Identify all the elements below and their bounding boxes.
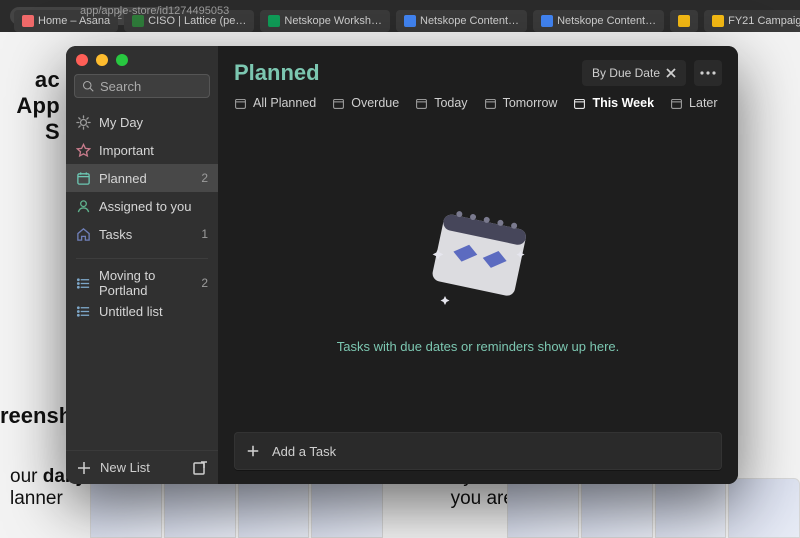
sidebar-item-label: Tasks — [99, 227, 132, 242]
plus-icon — [246, 444, 260, 458]
sidebar-item-label: My Day — [99, 115, 143, 130]
bg-mac-app-store-fragment: ac App S — [0, 67, 60, 145]
favicon-icon — [404, 15, 416, 27]
filter-label: All Planned — [253, 96, 316, 110]
sidebar-footer: New List — [66, 450, 218, 484]
filter-later[interactable]: Later — [670, 94, 718, 112]
sun-icon — [76, 115, 91, 130]
main-pane: Planned By Due Date All Planned Overdue To… — [218, 46, 738, 484]
more-button[interactable] — [694, 60, 722, 86]
favicon-icon — [541, 15, 553, 27]
sidebar-item-label: Untitled list — [99, 304, 163, 319]
cal-icon — [76, 171, 91, 186]
sidebar-item-label: Assigned to you — [99, 199, 192, 214]
browser-tab[interactable]: Netskope Content… — [396, 10, 527, 32]
browser-tab-label: FY21 Campaign a… — [728, 15, 800, 27]
filter-label: Overdue — [351, 96, 399, 110]
filter-label: This Week — [592, 96, 654, 110]
calendar-icon — [332, 97, 345, 110]
sidebar-item-planned[interactable]: Planned 2 — [66, 164, 218, 192]
browser-tab-label: Netskope Content… — [420, 15, 519, 27]
sidebar-item-portland[interactable]: Moving to Portland 2 — [66, 269, 218, 297]
sidebar: Search My Day Important Planned 2 Assigned t… — [66, 46, 218, 484]
empty-caption: Tasks with due dates or reminders show u… — [337, 339, 620, 354]
sidebar-item-assigned[interactable]: Assigned to you — [66, 192, 218, 220]
filter-thisweek[interactable]: This Week — [573, 94, 654, 112]
sidebar-item-untitled[interactable]: Untitled list — [66, 297, 218, 325]
sidebar-item-label: Important — [99, 143, 154, 158]
calendar-icon — [670, 97, 683, 110]
browser-tab[interactable]: Netskope Content… — [533, 10, 664, 32]
zoom-dot-icon[interactable] — [116, 54, 128, 66]
todo-app-window: Search My Day Important Planned 2 Assigned t… — [66, 46, 738, 484]
bg-screenshots-fragment: reensho — [0, 403, 60, 429]
sidebar-item-important[interactable]: Important — [66, 136, 218, 164]
star-icon — [76, 143, 91, 158]
filter-label: Today — [434, 96, 467, 110]
browser-tab[interactable] — [670, 10, 698, 32]
search-placeholder: Search — [100, 79, 141, 94]
page-title: Planned — [234, 60, 320, 86]
main-header: Planned By Due Date — [218, 46, 738, 92]
close-icon[interactable] — [666, 68, 676, 78]
bg-preview-strip — [90, 478, 800, 538]
window-traffic-lights[interactable] — [76, 54, 128, 66]
add-task-input[interactable]: Add a Task — [234, 432, 722, 470]
filter-all[interactable]: All Planned — [234, 94, 316, 112]
calendar-icon — [484, 97, 497, 110]
filter-tomorrow[interactable]: Tomorrow — [484, 94, 558, 112]
filter-label: Later — [689, 96, 718, 110]
sidebar-item-count: 2 — [201, 276, 208, 290]
sidebar-separator — [76, 258, 208, 259]
sort-button[interactable]: By Due Date — [582, 60, 686, 86]
empty-state: Tasks with due dates or reminders show u… — [218, 122, 738, 432]
add-task-label: Add a Task — [272, 444, 336, 459]
sidebar-item-tasks[interactable]: Tasks 1 — [66, 220, 218, 248]
search-icon — [82, 80, 94, 92]
browser-tab[interactable]: Netskope Worksh… — [260, 10, 390, 32]
filter-overdue[interactable]: Overdue — [332, 94, 399, 112]
calendar-icon — [234, 97, 247, 110]
favicon-icon — [22, 15, 34, 27]
url-fragment: app/apple-store/id1274495053 — [80, 5, 229, 17]
favicon-icon — [678, 15, 690, 27]
person-icon — [76, 199, 91, 214]
empty-calendar-illustration — [408, 201, 548, 321]
favicon-icon — [268, 15, 280, 27]
sidebar-item-count: 1 — [201, 227, 208, 241]
filter-label: Tomorrow — [503, 96, 558, 110]
filter-today[interactable]: Today — [415, 94, 467, 112]
minimize-dot-icon[interactable] — [96, 54, 108, 66]
new-list-button[interactable]: New List — [100, 460, 150, 475]
list-icon — [76, 276, 91, 291]
sidebar-user-lists: Moving to Portland 2 Untitled list — [66, 265, 218, 329]
ellipsis-icon — [700, 71, 716, 75]
search-input[interactable]: Search — [74, 74, 210, 98]
browser-tab-label: Netskope Content… — [557, 15, 656, 27]
favicon-icon — [712, 15, 724, 27]
calendar-icon — [415, 97, 428, 110]
browser-tab-label: Netskope Worksh… — [284, 15, 382, 27]
calendar-icon — [573, 97, 586, 110]
filter-tabs: All Planned Overdue Today Tomorrow This Week… — [218, 92, 738, 122]
close-dot-icon[interactable] — [76, 54, 88, 66]
home-icon — [76, 227, 91, 242]
sidebar-item-count: 2 — [201, 171, 208, 185]
sort-label: By Due Date — [592, 66, 660, 80]
new-group-icon[interactable] — [192, 460, 208, 476]
sidebar-item-label: Planned — [99, 171, 147, 186]
sidebar-smart-lists: My Day Important Planned 2 Assigned to you Ta… — [66, 104, 218, 252]
plus-icon — [76, 460, 92, 476]
sidebar-item-myday[interactable]: My Day — [66, 108, 218, 136]
list-icon — [76, 304, 91, 319]
browser-tab[interactable]: FY21 Campaign a… — [704, 10, 800, 32]
sidebar-item-label: Moving to Portland — [99, 268, 193, 298]
